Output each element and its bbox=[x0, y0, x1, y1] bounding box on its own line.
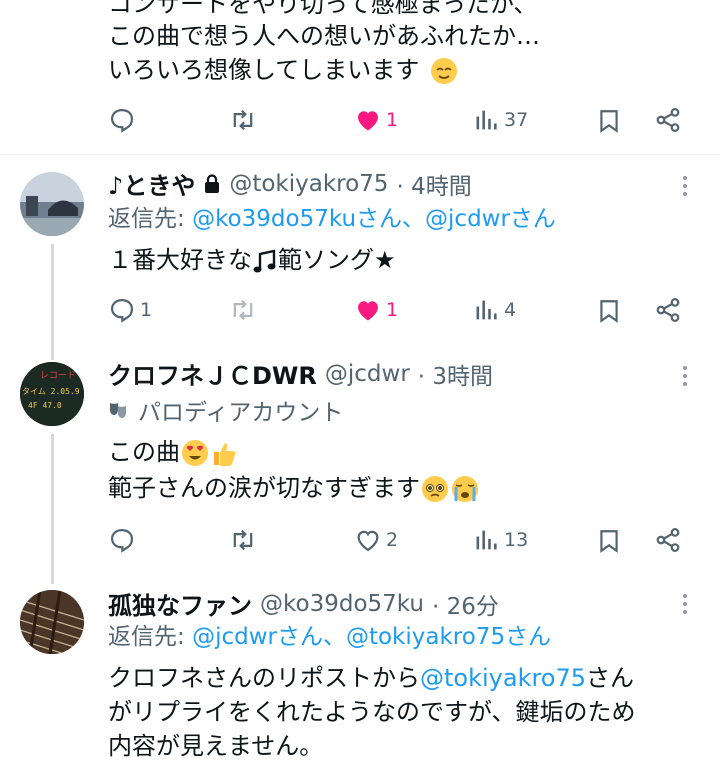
views-icon bbox=[476, 110, 497, 130]
divider bbox=[0, 154, 720, 155]
views-count: 13 bbox=[504, 529, 529, 551]
kebab-icon[interactable] bbox=[683, 366, 689, 386]
reply-icon bbox=[110, 298, 134, 323]
tweet-3-text-line-3: 内容が見えません。 bbox=[108, 732, 324, 760]
retweet-icon bbox=[233, 529, 253, 551]
views-icon bbox=[476, 300, 497, 320]
tweet-2-header: クロフネＪＣDWR @jcdwr · 3時間 bbox=[108, 356, 493, 391]
share-button[interactable] bbox=[654, 526, 682, 554]
heart-eyes-emoji bbox=[182, 440, 208, 466]
bookmark-icon bbox=[600, 110, 618, 133]
repost-button[interactable] bbox=[228, 526, 258, 554]
views-count: 37 bbox=[504, 109, 529, 131]
thumbs-up-emoji bbox=[214, 443, 236, 466]
views-button[interactable]: 4 bbox=[472, 296, 516, 324]
timestamp[interactable]: · 4時間 bbox=[396, 167, 471, 201]
like-count: 1 bbox=[386, 299, 399, 321]
crying-face-emoji bbox=[452, 476, 478, 502]
repost-button[interactable] bbox=[228, 106, 258, 134]
handle[interactable]: @tokiyakro75 bbox=[229, 171, 388, 197]
tweet-0-text-line-3: いろいろ想像してしまいます bbox=[108, 52, 459, 88]
retweet-icon bbox=[233, 299, 253, 321]
thread-line bbox=[51, 244, 54, 360]
share-icon bbox=[656, 528, 680, 552]
avatar-image: レコード タイム 2.05.9 4F 47.0 bbox=[20, 362, 84, 426]
kebab-icon[interactable] bbox=[683, 176, 689, 196]
svg-text:4F 47.0: 4F 47.0 bbox=[28, 401, 62, 410]
timestamp[interactable]: · 26分 bbox=[432, 587, 499, 621]
heart-icon bbox=[358, 111, 378, 131]
avatar-image bbox=[20, 590, 84, 654]
display-name[interactable]: クロフネＪＣDWR bbox=[108, 356, 317, 391]
share-button[interactable] bbox=[654, 106, 682, 134]
like-count: 2 bbox=[386, 529, 399, 551]
share-icon bbox=[656, 108, 680, 132]
reply-to: 返信先: @jcdwrさん、@tokiyakro75さん bbox=[108, 624, 552, 650]
views-icon bbox=[476, 530, 497, 550]
parody-mask-icon bbox=[110, 403, 126, 418]
parody-label: パロディアカウント bbox=[108, 393, 343, 427]
avatar[interactable] bbox=[20, 172, 84, 236]
kebab-icon[interactable] bbox=[683, 594, 689, 614]
like-button[interactable]: 1 bbox=[354, 106, 398, 134]
mention-link[interactable]: @tokiyakro75 bbox=[420, 664, 586, 692]
avatar-image bbox=[20, 172, 84, 236]
avatar[interactable] bbox=[20, 590, 84, 654]
display-name[interactable]: ♪ときや bbox=[108, 166, 195, 201]
tweet-1-text: １番大好きな 範ソング★ bbox=[108, 246, 396, 274]
reply-button[interactable] bbox=[108, 526, 136, 554]
display-name[interactable]: 孤独なファン bbox=[108, 586, 252, 621]
bookmark-button[interactable] bbox=[596, 526, 622, 556]
relieved-face-emoji bbox=[430, 58, 457, 84]
tweet-3-text-line-1: クロフネさんのリポストから@tokiyakro75さん bbox=[108, 664, 635, 692]
views-button[interactable]: 13 bbox=[472, 526, 528, 554]
reply-to-links[interactable]: @jcdwrさん、@tokiyakro75さん bbox=[192, 624, 551, 650]
pleading-face-emoji bbox=[422, 476, 448, 502]
svg-text:レコード: レコード bbox=[40, 371, 76, 381]
bookmark-icon bbox=[600, 300, 618, 323]
timestamp[interactable]: · 3時間 bbox=[418, 357, 493, 391]
handle[interactable]: @jcdwr bbox=[325, 361, 410, 387]
tweet-2-text-line-1: この曲 bbox=[108, 434, 238, 470]
like-button[interactable]: 2 bbox=[354, 526, 398, 554]
share-icon bbox=[656, 298, 680, 322]
tweet-3-header: 孤独なファン @ko39do57ku · 26分 bbox=[108, 586, 499, 621]
views-count: 4 bbox=[504, 299, 517, 321]
views-button[interactable]: 37 bbox=[472, 106, 528, 134]
tweet-3-text-line-2: がリプライをくれたようなのですが、鍵垢のため bbox=[108, 698, 636, 726]
svg-text:タイム 2.05.9: タイム 2.05.9 bbox=[22, 387, 80, 396]
tweet-0-text-line-2: この曲で想う人への想いがあふれたか… bbox=[108, 22, 540, 50]
lock-icon bbox=[205, 173, 220, 193]
reply-button[interactable]: 1 bbox=[108, 296, 152, 324]
bookmark-icon bbox=[600, 530, 618, 553]
tweet-1-header: ♪ときや @tokiyakro75 · 4時間 bbox=[108, 166, 472, 201]
reply-icon bbox=[110, 108, 134, 133]
reply-to-links[interactable]: @ko39do57kuさん、@jcdwrさん bbox=[192, 206, 556, 232]
bookmark-button[interactable] bbox=[596, 296, 622, 326]
reply-count: 1 bbox=[140, 299, 153, 321]
retweet-icon bbox=[233, 109, 253, 131]
repost-button-disabled bbox=[228, 296, 258, 324]
tweet-2-text-line-2: 範子さんの涙が切なすぎます bbox=[108, 470, 480, 506]
bookmark-button[interactable] bbox=[596, 106, 622, 136]
reply-button[interactable] bbox=[108, 106, 136, 134]
heart-outline-icon bbox=[357, 530, 379, 552]
handle[interactable]: @ko39do57ku bbox=[260, 591, 424, 617]
like-count: 1 bbox=[386, 109, 399, 131]
musical-notes-emoji bbox=[253, 249, 276, 273]
thread-line bbox=[51, 434, 54, 584]
like-button[interactable]: 1 bbox=[354, 296, 398, 324]
avatar[interactable]: レコード タイム 2.05.9 4F 47.0 bbox=[20, 362, 84, 426]
share-button[interactable] bbox=[654, 296, 682, 324]
reply-icon bbox=[110, 528, 134, 553]
heart-icon bbox=[358, 301, 378, 321]
reply-to: 返信先: @ko39do57kuさん、@jcdwrさん bbox=[108, 206, 556, 232]
